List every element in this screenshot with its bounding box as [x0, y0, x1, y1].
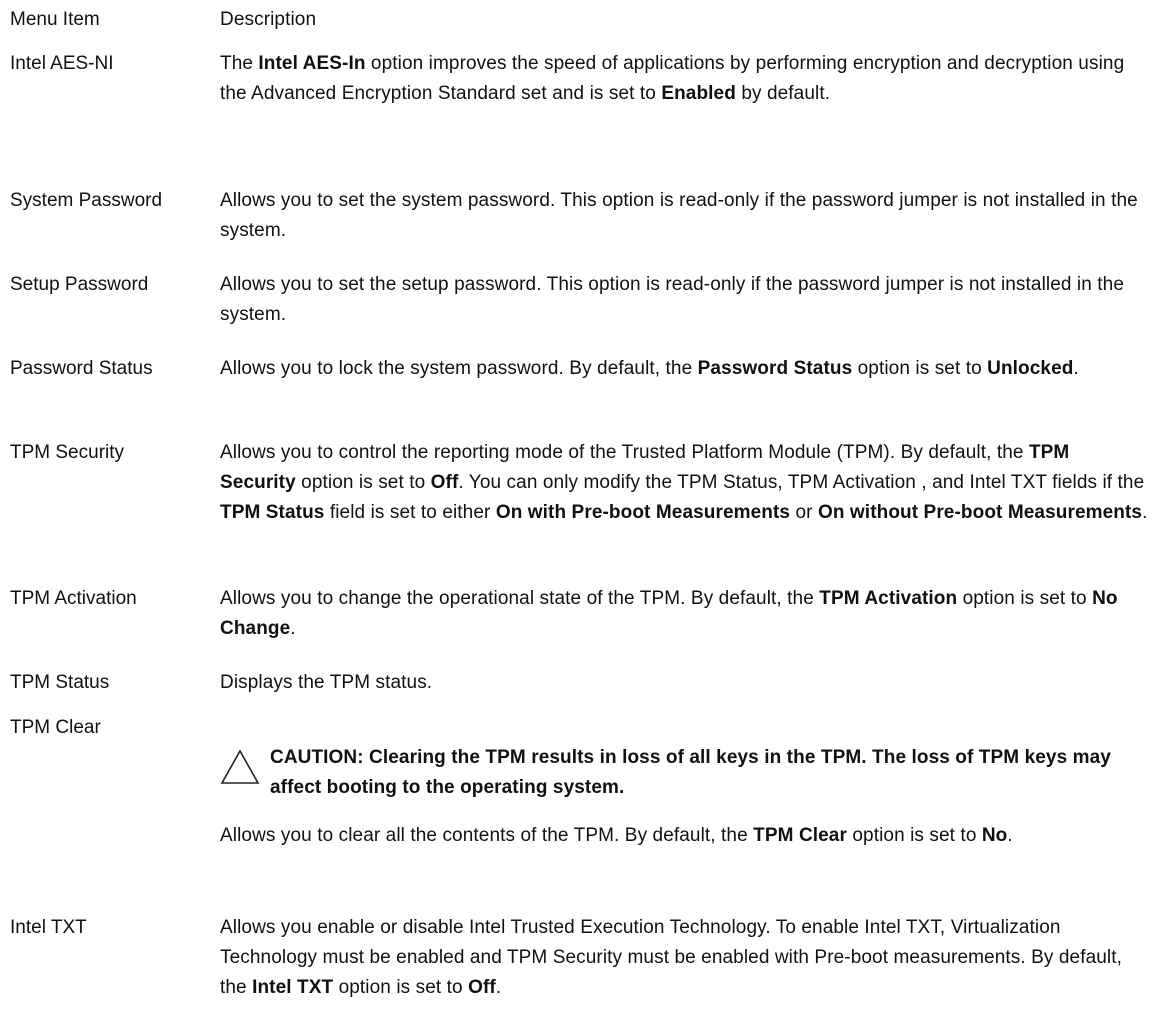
table-row: Intel TXT Allows you enable or disable I… [10, 913, 1150, 1009]
menu-item-name: System Password [10, 190, 163, 211]
table-row: TPM Activation Allows you to change the … [10, 584, 1150, 668]
emphasized-text: On with Pre-boot Measurements [495, 502, 791, 523]
menu-item-description: Allows you to set the system password. T… [220, 190, 1138, 241]
menu-item-description: Allows you to lock the system password. … [220, 358, 1079, 379]
menu-item-description: Allows you to clear all the contents of … [220, 825, 1013, 846]
menu-item-name: TPM Activation [10, 588, 137, 609]
emphasized-text: Unlocked [987, 358, 1074, 379]
emphasized-text: No Change [220, 588, 1118, 639]
menu-item-name: Setup Password [10, 274, 149, 295]
menu-item-description: Allows you enable or disable Intel Trust… [220, 917, 1122, 998]
menu-item-description: Allows you to change the operational sta… [220, 588, 1118, 639]
emphasized-text: Enabled [661, 83, 736, 104]
caution-text: CAUTION: Clearing the TPM results in los… [270, 747, 1111, 798]
menu-item-description: The Intel AES-In option improves the spe… [220, 53, 1125, 104]
emphasized-text: On without Pre-boot Measurements [817, 502, 1143, 523]
menu-item-name: TPM Clear [10, 717, 101, 738]
emphasized-text: Off [430, 472, 459, 493]
menu-item-description: Allows you to control the reporting mode… [220, 442, 1148, 523]
menu-item-description: Displays the TPM status. [220, 672, 433, 693]
emphasized-text: TPM Security [220, 442, 1070, 493]
table-row: TPM Security Allows you to control the r… [10, 438, 1150, 584]
settings-table: Menu Item Description Intel AES-NI The I… [10, 5, 1150, 1009]
emphasized-text: Password Status [697, 358, 853, 379]
table-row: Password Status Allows you to lock the s… [10, 354, 1150, 438]
menu-item-name: Intel TXT [10, 917, 87, 938]
emphasized-text: Off [468, 977, 496, 998]
menu-item-name: TPM Security [10, 442, 125, 463]
warning-triangle-icon [220, 749, 260, 784]
table-row: Setup Password Allows you to set the set… [10, 270, 1150, 354]
table-row: Intel AES-NI The Intel AES-In option imp… [10, 49, 1150, 186]
emphasized-text: Intel TXT [252, 977, 334, 998]
emphasized-text: TPM Clear [753, 825, 847, 846]
table-row: TPM Clear CAUTION: Clearing the TPM resu… [10, 713, 1150, 913]
column-header-description: Description [220, 9, 317, 30]
menu-item-name: Intel AES-NI [10, 53, 114, 74]
table-row: System Password Allows you to set the sy… [10, 186, 1150, 270]
emphasized-text: Intel AES-In [258, 53, 366, 74]
table-header-row: Menu Item Description [10, 5, 1150, 49]
emphasized-text: TPM Status [220, 502, 325, 523]
emphasized-text: TPM Activation [819, 588, 958, 609]
menu-item-description-block: CAUTION: Clearing the TPM results in los… [220, 713, 1150, 851]
emphasized-text: No [981, 825, 1008, 846]
menu-item-name: Password Status [10, 358, 153, 379]
column-header-menu-item: Menu Item [10, 9, 100, 30]
menu-item-description: Allows you to set the setup password. Th… [220, 274, 1125, 325]
table-row: TPM Status Displays the TPM status. [10, 668, 1150, 713]
caution-note: CAUTION: Clearing the TPM results in los… [220, 743, 1150, 803]
menu-item-name: TPM Status [10, 672, 110, 693]
